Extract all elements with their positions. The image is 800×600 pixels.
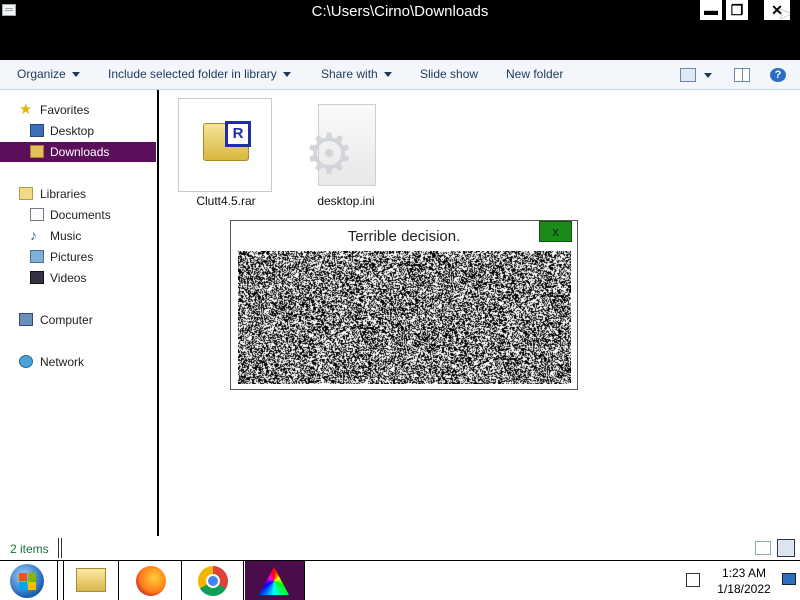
restore-button[interactable]: ❐ <box>726 0 748 20</box>
network-icon <box>19 355 33 368</box>
nav-item-desktop[interactable]: Desktop <box>0 121 156 141</box>
music-note-icon: ♪ <box>30 227 37 243</box>
nav-label: Downloads <box>50 145 110 159</box>
dialog-close-button[interactable]: x <box>539 221 572 242</box>
organize-menu[interactable]: Organize <box>17 67 80 81</box>
nav-item-music[interactable]: ♪ Music <box>0 226 156 246</box>
nav-item-favorites[interactable]: ★ Favorites <box>0 100 156 120</box>
chevron-down-icon <box>71 72 80 78</box>
gear-icon: ⚙ <box>304 122 355 185</box>
title-bar[interactable]: C:\Users\Cirno\Downloads ▬ ❐ ✕ ➤ <box>0 0 800 60</box>
include-in-library-menu[interactable]: Include selected folder in library <box>108 67 291 81</box>
file-thumbnail: R <box>178 98 272 192</box>
message-dialog: Terrible decision. x <box>230 220 578 390</box>
nav-label: Desktop <box>50 124 95 138</box>
clock-date: 1/18/2022 <box>717 582 771 596</box>
firefox-icon <box>136 566 166 596</box>
slide-show-button[interactable]: Slide show <box>420 67 478 81</box>
nav-item-network[interactable]: Network <box>0 352 156 372</box>
start-button[interactable] <box>0 561 58 600</box>
taskbar-chrome[interactable] <box>182 561 244 600</box>
navigation-pane: ★ Favorites Desktop Downloads Libraries … <box>0 90 158 536</box>
nav-label: Pictures <box>50 250 94 264</box>
desktop-icon <box>30 124 44 137</box>
star-icon: ★ <box>19 101 33 118</box>
action-center-flag-icon[interactable] <box>686 573 700 587</box>
show-desktop-icon[interactable] <box>782 573 796 585</box>
nav-label: Favorites <box>40 103 90 117</box>
large-icons-view-icon[interactable] <box>777 539 795 557</box>
dialog-title: Terrible decision. <box>347 228 461 245</box>
details-view-icon[interactable] <box>755 541 771 555</box>
taskbar-explorer[interactable] <box>63 561 119 600</box>
nav-label: Music <box>50 229 82 243</box>
nav-label: Libraries <box>40 187 87 201</box>
libraries-icon <box>19 187 33 200</box>
nav-label: Network <box>40 355 85 369</box>
documents-icon <box>30 208 44 221</box>
rar-badge-icon: R <box>225 121 251 147</box>
status-separator <box>58 538 62 558</box>
downloads-folder-icon <box>30 145 44 158</box>
file-item-clutt-rar[interactable]: R Clutt4.5.rar <box>178 98 274 213</box>
nav-item-videos[interactable]: Videos <box>0 268 156 288</box>
command-bar: Organize Include selected folder in libr… <box>0 60 800 90</box>
taskbar-clutt-app[interactable] <box>245 561 305 600</box>
nav-item-downloads[interactable]: Downloads <box>0 142 156 162</box>
nav-label: Videos <box>50 271 87 285</box>
share-with-menu[interactable]: Share with <box>321 67 392 81</box>
organize-label: Organize <box>17 67 66 81</box>
file-name: desktop.ini <box>317 194 375 208</box>
chevron-down-icon <box>282 72 291 78</box>
file-thumbnail: ⚙ <box>298 98 392 192</box>
file-item-desktop-ini[interactable]: ⚙ desktop.ini <box>298 98 394 213</box>
chevron-down-icon <box>383 72 392 78</box>
mouse-cursor-icon: ➤ <box>778 6 792 23</box>
nav-item-computer[interactable]: Computer <box>0 310 156 330</box>
pane-splitter[interactable] <box>157 90 159 536</box>
nav-item-pictures[interactable]: Pictures <box>0 247 156 267</box>
nav-label: Computer <box>40 313 93 327</box>
film-strip-icon <box>30 271 44 284</box>
new-folder-button[interactable]: New folder <box>506 67 563 81</box>
item-count: 2 items <box>10 542 49 556</box>
window-title: C:\Users\Cirno\Downloads <box>311 3 489 20</box>
minimize-button[interactable]: ▬ <box>700 0 722 20</box>
preview-pane-icon[interactable] <box>734 68 750 82</box>
system-clock[interactable]: 1:23 AM 1/18/2022 <box>706 565 782 597</box>
computer-icon <box>19 313 33 326</box>
include-label: Include selected folder in library <box>108 67 277 81</box>
taskbar: 1:23 AM 1/18/2022 <box>0 560 800 600</box>
nav-label: Documents <box>50 208 111 222</box>
windows-logo-icon <box>10 564 44 598</box>
rainbow-triangle-icon <box>259 567 289 595</box>
chrome-icon <box>198 566 228 596</box>
chevron-down-icon[interactable] <box>704 73 712 78</box>
share-label: Share with <box>321 67 378 81</box>
nav-item-documents[interactable]: Documents <box>0 205 156 225</box>
status-bar: 2 items <box>0 536 800 560</box>
clock-time: 1:23 AM <box>721 566 767 580</box>
static-noise-image <box>238 251 571 384</box>
change-view-icon[interactable] <box>680 68 696 82</box>
help-icon[interactable]: ? <box>770 68 786 82</box>
pictures-icon <box>30 250 44 263</box>
nav-item-libraries[interactable]: Libraries <box>0 184 156 204</box>
folder-icon <box>76 568 106 592</box>
taskbar-firefox[interactable] <box>120 561 182 600</box>
file-name: Clutt4.5.rar <box>196 194 256 208</box>
